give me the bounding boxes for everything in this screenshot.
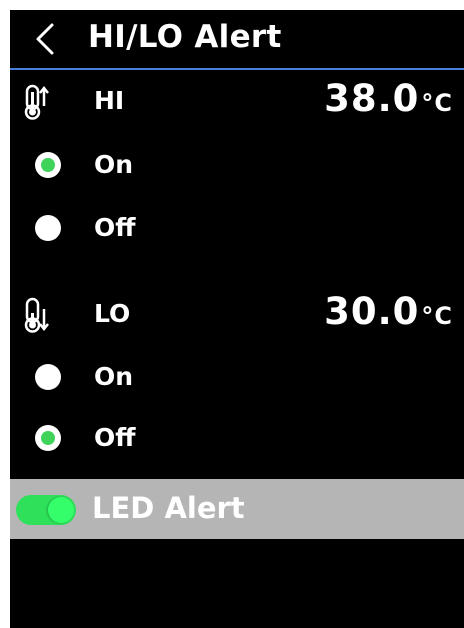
lo-value-unit: °C	[421, 302, 453, 330]
lo-threshold-row[interactable]: LO 30.0°C	[10, 289, 464, 339]
hi-option-on[interactable]: On	[10, 140, 464, 190]
toggle-knob	[48, 497, 74, 523]
hi-value-unit: °C	[421, 89, 453, 117]
thermometer-high-icon	[24, 84, 49, 120]
hi-off-radio[interactable]	[35, 215, 61, 241]
hi-option-off[interactable]: Off	[10, 203, 464, 253]
lo-on-label: On	[94, 362, 134, 391]
hi-value-number: 38.0	[324, 77, 420, 120]
device-screen: HI/LO Alert HI 38.0°C On Off LO 30.0°C O…	[10, 10, 464, 628]
lo-value-number: 30.0	[324, 290, 420, 333]
lo-on-radio[interactable]	[35, 364, 61, 390]
back-button[interactable]	[30, 20, 60, 58]
hi-label: HI	[94, 86, 125, 115]
lo-off-radio[interactable]	[35, 425, 61, 451]
led-alert-toggle[interactable]	[16, 495, 76, 525]
hi-on-label: On	[94, 150, 134, 179]
hi-off-label: Off	[94, 213, 136, 242]
led-alert-row[interactable]: LED Alert	[10, 479, 464, 539]
lo-label: LO	[94, 299, 131, 328]
header-bar: HI/LO Alert	[10, 10, 464, 68]
hi-threshold-row[interactable]: HI 38.0°C	[10, 76, 464, 126]
thermometer-low-icon	[24, 297, 49, 333]
header-divider	[10, 68, 464, 70]
chevron-left-icon	[36, 23, 54, 55]
lo-off-label: Off	[94, 423, 136, 452]
hi-value[interactable]: 38.0°C	[324, 77, 453, 120]
lo-option-on[interactable]: On	[10, 352, 464, 402]
lo-value[interactable]: 30.0°C	[324, 290, 453, 333]
page-title: HI/LO Alert	[88, 19, 282, 55]
hi-on-radio[interactable]	[35, 152, 61, 178]
lo-option-off[interactable]: Off	[10, 413, 464, 463]
led-alert-label: LED Alert	[92, 491, 245, 525]
